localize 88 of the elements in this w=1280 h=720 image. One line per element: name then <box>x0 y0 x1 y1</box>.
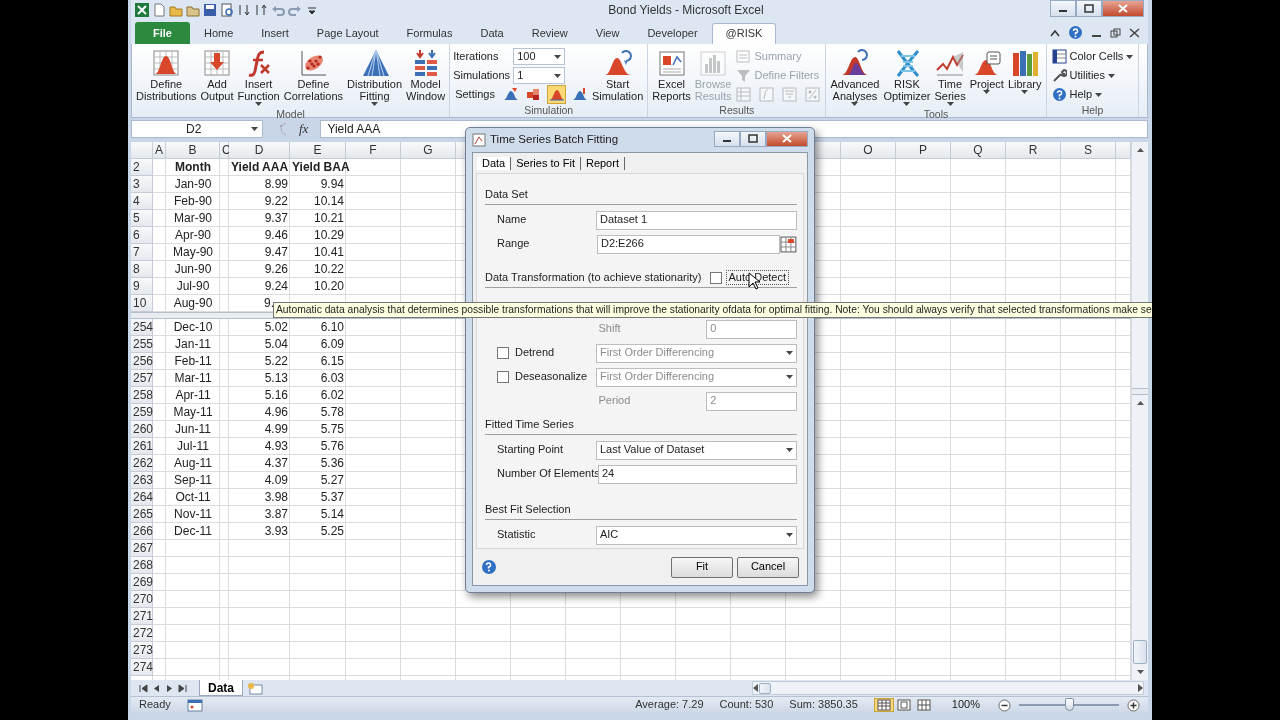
field-label: Iterations <box>453 49 500 64</box>
table-cell-text: 9.26 <box>263 261 289 278</box>
table-cell-text: Dec-10 <box>172 319 214 336</box>
group-label: Tools <box>922 108 950 121</box>
table-cell-text: 5.25 <box>319 523 345 540</box>
group-label: Model <box>275 108 306 121</box>
table-cell-text: Month <box>174 159 212 176</box>
table-cell-text: Jan-11 <box>174 336 212 353</box>
table-cell-text: 10.21 <box>312 210 345 227</box>
table-cell-text: 9.22 <box>263 193 289 210</box>
table-cell-text: 5.02 <box>263 319 289 336</box>
table-cell-text: 9.37 <box>263 210 289 227</box>
table-cell-text: 5.76 <box>319 438 345 455</box>
table-cell-text: 9.94 <box>319 176 345 193</box>
field-label: Name <box>497 213 527 227</box>
table-cell-text: 9.47 <box>263 244 289 261</box>
table-cell-text: 6.09 <box>319 336 345 353</box>
table-cell-text: Dec-11 <box>173 523 213 540</box>
group-label: Simulation <box>523 104 575 117</box>
field-label: Period <box>597 394 632 408</box>
section-title: Data Set <box>485 187 528 202</box>
table-cell-text: 5.27 <box>319 472 345 489</box>
table-cell-text: 5.14 <box>319 506 345 523</box>
table-cell-text: 6.02 <box>319 387 345 404</box>
table-cell-text: Jun-90 <box>173 261 213 278</box>
section-title: Fitted Time Series <box>485 417 574 432</box>
table-cell-text: 6.15 <box>319 353 345 370</box>
table-cell-text: Feb-11 <box>173 353 213 370</box>
status-text: Ready <box>139 698 171 712</box>
table-cell-text: 4.93 <box>263 438 289 455</box>
table-cell-text: Jun-11 <box>174 421 212 438</box>
dialog-title: Time Series Batch Fitting <box>490 133 620 147</box>
table-cell-text: Mar-11 <box>173 370 213 387</box>
table-cell-text: 5.75 <box>319 421 345 438</box>
table-cell-text: Nov-11 <box>173 506 213 523</box>
table-cell-text: 5.36 <box>319 455 345 472</box>
table-cell-text: Mar-90 <box>173 210 213 227</box>
table-cell-text: 5.37 <box>319 489 345 506</box>
status-text: Average: 7.29 <box>635 698 704 712</box>
field-label: Starting Point <box>497 443 564 457</box>
table-cell-text: Aug-90 <box>172 295 214 312</box>
table-cell-text: 10.22 <box>312 261 345 278</box>
status-text: Count: 530 <box>719 698 774 712</box>
table-cell-text: 10.20 <box>312 278 345 295</box>
table-cell-text: Jul-11 <box>176 438 210 455</box>
table-cell-text: Apr-11 <box>174 387 212 404</box>
table-cell-text: Jan-90 <box>173 176 213 193</box>
table-cell-text: 9.46 <box>263 227 289 244</box>
field-label: Range <box>497 237 530 251</box>
table-cell-text: 4.37 <box>263 455 289 472</box>
group-label: Help <box>1080 104 1105 117</box>
table-cell-text: 4.96 <box>263 404 289 421</box>
field-label: Number Of Elements <box>497 467 600 481</box>
table-cell-text: 3.93 <box>263 523 289 540</box>
table-cell-text: 3.87 <box>263 506 289 523</box>
table-cell-text: 9.24 <box>263 278 289 295</box>
table-cell-text: 5.16 <box>263 387 289 404</box>
table-cell-text: 10.41 <box>312 244 345 261</box>
table-cell-text: 10.14 <box>312 193 345 210</box>
table-cell-text: Aug-11 <box>173 455 213 472</box>
table-cell-text: 5.78 <box>319 404 345 421</box>
table-cell-text: 4.99 <box>263 421 289 438</box>
section-title: Best Fit Selection <box>485 502 571 517</box>
status-text: Sum: 3850.35 <box>789 698 858 712</box>
tooltip: Automatic data analysis that determines possible transformations that will improve the stationarity ofdata for optimal fitting. Note: You should always verify that selected transformations make se <box>273 302 1152 319</box>
table-cell-text: May-90 <box>172 244 214 261</box>
table-cell-text: 10.29 <box>312 227 345 244</box>
table-cell-text: Apr-90 <box>174 227 212 244</box>
field-label: Shift <box>597 322 622 336</box>
table-cell-text: Jul-90 <box>175 278 211 295</box>
table-cell-text: 6.03 <box>319 370 345 387</box>
field-label: Simulations <box>453 68 511 83</box>
table-cell-text: 3.98 <box>263 489 289 506</box>
table-cell-text: 5.22 <box>263 353 289 370</box>
table-cell-text: 5.04 <box>263 336 289 353</box>
table-cell-text: May-11 <box>172 404 214 421</box>
window-title: Bond Yields - Microsoft Excel <box>607 2 765 18</box>
table-cell-text: Feb-90 <box>173 193 213 210</box>
table-cell-text: 6.10 <box>319 319 345 336</box>
table-cell-text: Oct-11 <box>174 489 212 506</box>
field-label: Statistic <box>497 528 536 542</box>
group-label: Results <box>718 104 756 117</box>
table-cell-text: Sep-11 <box>173 472 213 489</box>
table-cell-text: 8.99 <box>263 176 289 193</box>
table-cell-text: Yield AAA <box>230 159 290 176</box>
table-cell-text: 5.13 <box>263 370 289 387</box>
section-title: Data Transformation (to achieve stationarity) <box>485 270 702 285</box>
table-cell-text: 4.09 <box>263 472 289 489</box>
